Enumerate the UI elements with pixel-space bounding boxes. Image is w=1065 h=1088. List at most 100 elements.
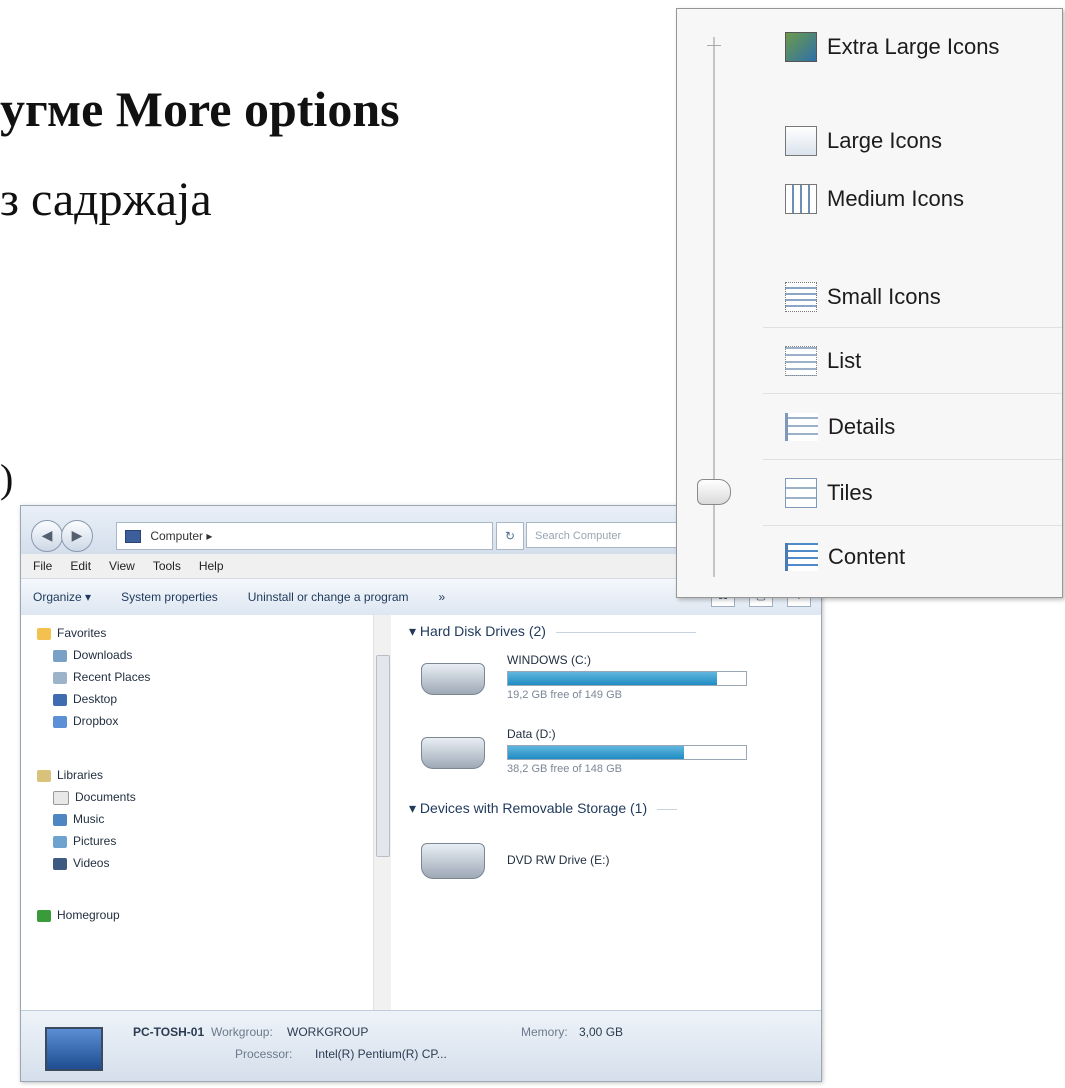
nav-recent-places[interactable]: Recent Places (53, 667, 150, 687)
view-list[interactable]: List (785, 341, 861, 381)
slide-heading: угме More options (0, 81, 400, 137)
refresh-icon: ↻ (504, 529, 516, 543)
group-header-removable[interactable]: ▾ Devices with Removable Storage (1) (409, 800, 678, 817)
menu-separator (763, 393, 1062, 394)
processor-value: Intel(R) Pentium(R) CP... (315, 1047, 447, 1061)
nav-label: Downloads (73, 648, 133, 662)
group-divider (555, 631, 696, 633)
downloads-icon (53, 649, 67, 662)
menu-item-label: Content (828, 544, 906, 569)
view-extra-large-icons[interactable]: Extra Large Icons (785, 27, 999, 67)
search-input[interactable]: Search Computer (526, 522, 686, 548)
nav-libraries[interactable]: Libraries (37, 765, 103, 785)
star-icon (37, 627, 51, 640)
nav-label: Desktop (73, 692, 118, 706)
nav-label: Libraries (57, 768, 104, 782)
usage-fill (508, 746, 685, 759)
menu-item-label: Small Icons (827, 284, 941, 309)
list-icon (785, 346, 817, 376)
group-label: Hard Disk Drives (2) (419, 623, 546, 639)
music-icon (53, 813, 67, 826)
menu-file[interactable]: File (33, 559, 52, 573)
slide-subheading: з садржаја (0, 173, 212, 226)
desktop-icon (53, 693, 67, 706)
workgroup-label: Workgroup: (211, 1025, 273, 1039)
nav-homegroup[interactable]: Homegroup (37, 905, 120, 925)
drive-name: DVD RW Drive (E:) (507, 853, 610, 867)
memory-label: Memory: (521, 1025, 568, 1039)
large-icons-icon (785, 126, 817, 156)
uninstall-button[interactable]: Uninstall or change a program (248, 590, 409, 604)
recent-places-icon (53, 671, 67, 684)
nav-downloads[interactable]: Downloads (53, 645, 132, 665)
system-properties-button[interactable]: System properties (121, 590, 218, 604)
organize-button[interactable]: Organize ▾ (33, 590, 91, 604)
content-icon (785, 543, 818, 571)
forward-button[interactable]: ▶ (61, 520, 93, 552)
menu-item-label: List (827, 348, 862, 373)
view-content[interactable]: Content (785, 537, 905, 577)
drive-free-space: 38,2 GB free of 148 GB (507, 763, 622, 775)
pictures-icon (53, 835, 67, 848)
nav-documents[interactable]: Documents (53, 787, 136, 807)
menu-item-label: Tiles (827, 480, 873, 505)
computer-icon (125, 530, 141, 544)
nav-music[interactable]: Music (53, 809, 104, 829)
nav-label: Dropbox (73, 714, 119, 728)
tiles-icon (785, 478, 817, 508)
content-pane: ▾ Hard Disk Drives (2) WINDOWS (C:) 19,2… (391, 615, 821, 1011)
address-bar[interactable]: Computer ▸ (116, 522, 493, 550)
menu-tools[interactable]: Tools (153, 559, 181, 573)
small-icons-icon (785, 282, 817, 312)
menu-view[interactable]: View (109, 559, 135, 573)
scrollbar-thumb[interactable] (376, 655, 390, 857)
forward-arrow-icon: ▶ (71, 527, 83, 543)
drive-name: WINDOWS (C:) (507, 653, 591, 667)
nav-label: Documents (75, 790, 136, 804)
workgroup-value: WORKGROUP (287, 1025, 369, 1039)
back-arrow-icon: ◀ (41, 527, 53, 543)
nav-label: Favorites (57, 626, 107, 640)
explorer-body: Favorites Downloads Recent Places Deskto… (21, 615, 821, 1011)
view-slider-thumb[interactable] (697, 479, 731, 505)
menu-separator (763, 459, 1062, 460)
nav-favorites[interactable]: Favorites (37, 623, 106, 643)
nav-scrollbar[interactable] (373, 615, 391, 1011)
nav-pictures[interactable]: Pictures (53, 831, 116, 851)
menu-edit[interactable]: Edit (70, 559, 91, 573)
menu-separator (763, 525, 1062, 526)
refresh-button[interactable]: ↻ (496, 522, 524, 550)
nav-dropbox[interactable]: Dropbox (53, 711, 118, 731)
nav-label: Pictures (73, 834, 117, 848)
group-header-hdd[interactable]: ▾ Hard Disk Drives (2) (409, 623, 696, 640)
memory-value: 3,00 GB (579, 1025, 624, 1039)
view-details[interactable]: Details (785, 407, 895, 447)
nav-videos[interactable]: Videos (53, 853, 109, 873)
pc-name: PC-TOSH-01 (133, 1025, 205, 1039)
extra-large-icons-icon (785, 32, 817, 62)
hard-drive-icon (421, 737, 485, 769)
nav-label: Recent Places (73, 670, 151, 684)
group-divider (657, 808, 678, 810)
processor-label: Processor: (235, 1047, 293, 1061)
view-small-icons[interactable]: Small Icons (785, 277, 941, 317)
nav-desktop[interactable]: Desktop (53, 689, 117, 709)
documents-icon (53, 790, 69, 805)
view-medium-icons[interactable]: Medium Icons (785, 179, 964, 219)
more-commands-button[interactable]: » (439, 590, 446, 604)
nav-label: Homegroup (57, 908, 120, 922)
view-menu: Extra Large Icons Large Icons Medium Ico… (676, 8, 1063, 598)
menu-help[interactable]: Help (199, 559, 224, 573)
drive-e[interactable]: DVD RW Drive (E:) (421, 833, 781, 893)
drive-usage-bar (507, 671, 747, 686)
details-pane: PC-TOSH-01 Workgroup: WORKGROUP Memory: … (21, 1010, 821, 1081)
slide-text-fragment: ) (0, 456, 14, 501)
view-large-icons[interactable]: Large Icons (785, 121, 942, 161)
menu-separator (763, 327, 1062, 328)
view-tiles[interactable]: Tiles (785, 473, 873, 513)
computer-icon (45, 1027, 103, 1071)
drive-d[interactable]: Data (D:) 38,2 GB free of 148 GB (421, 727, 781, 787)
back-button[interactable]: ◀ (31, 520, 63, 552)
nav-label: Videos (73, 856, 110, 870)
drive-c[interactable]: WINDOWS (C:) 19,2 GB free of 149 GB (421, 653, 781, 713)
